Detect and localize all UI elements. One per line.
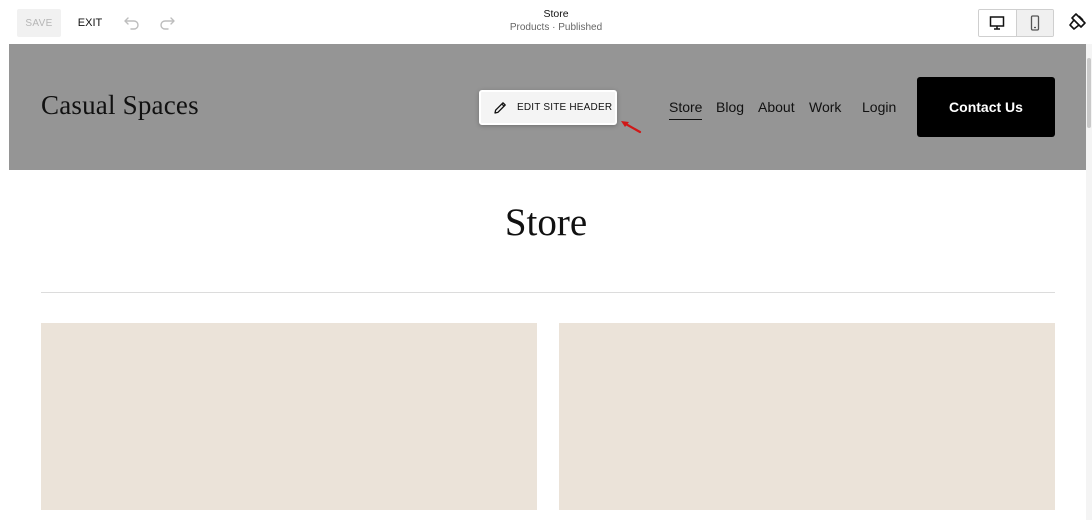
nav-item-store[interactable]: Store xyxy=(669,99,702,115)
page-status: Products · Published xyxy=(509,22,603,33)
nav-item-about[interactable]: About xyxy=(758,99,795,115)
redo-icon[interactable] xyxy=(157,12,177,32)
paintbrush-icon xyxy=(1069,13,1086,30)
edit-site-header-label: EDIT SITE HEADER xyxy=(517,102,613,113)
undo-icon[interactable] xyxy=(122,12,142,32)
editor-toolbar: SAVE EXIT Store Products · Published xyxy=(0,0,1092,44)
scrollbar-thumb[interactable] xyxy=(1087,58,1091,128)
pointer-arrow-icon xyxy=(621,121,642,134)
pencil-icon xyxy=(492,100,508,116)
contact-us-button[interactable]: Contact Us xyxy=(917,77,1055,137)
content-divider xyxy=(41,292,1055,293)
product-image-placeholder[interactable] xyxy=(559,323,1055,510)
desktop-icon xyxy=(990,16,1005,30)
site-header[interactable]: Casual Spaces EDIT SITE HEADER Store Blo… xyxy=(9,44,1086,170)
nav-item-work[interactable]: Work xyxy=(809,99,841,115)
login-link[interactable]: Login xyxy=(862,99,896,115)
page-title: Store xyxy=(543,8,569,20)
save-button[interactable]: SAVE xyxy=(17,9,61,37)
page-info[interactable]: Store Products · Published xyxy=(446,8,666,34)
site-styles-button[interactable] xyxy=(1066,11,1088,33)
nav-active-indicator xyxy=(669,119,702,120)
edit-site-header-button[interactable]: EDIT SITE HEADER xyxy=(479,90,617,125)
store-heading: Store xyxy=(504,201,588,244)
mobile-icon xyxy=(1030,15,1040,31)
desktop-view-button[interactable] xyxy=(979,10,1016,36)
nav-item-blog[interactable]: Blog xyxy=(716,99,744,115)
mobile-view-button[interactable] xyxy=(1015,10,1053,36)
exit-button[interactable]: EXIT xyxy=(72,9,108,37)
product-image-placeholder[interactable] xyxy=(41,323,537,510)
site-logo[interactable]: Casual Spaces xyxy=(41,90,199,121)
view-toggle xyxy=(978,9,1054,37)
